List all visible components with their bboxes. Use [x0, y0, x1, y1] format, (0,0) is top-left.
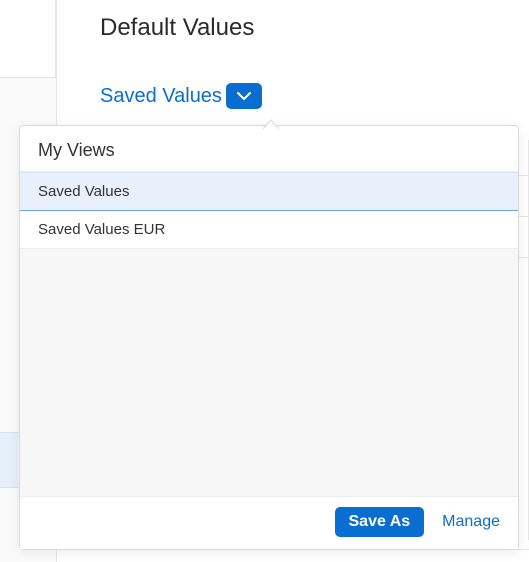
chevron-down-icon — [237, 91, 251, 101]
views-popover: My Views Saved Values Saved Values EUR S… — [19, 125, 519, 550]
dropdown-selected-label: Saved Values — [100, 85, 222, 108]
saved-values-dropdown[interactable]: Saved Values — [100, 83, 262, 109]
list-item[interactable]: Saved Values EUR — [20, 211, 518, 249]
bg-selection-strip — [0, 432, 18, 488]
manage-link[interactable]: Manage — [442, 513, 500, 531]
popover-header: My Views — [20, 126, 518, 171]
dropdown-toggle-button[interactable] — [226, 83, 262, 109]
page-title: Default Values — [100, 14, 254, 42]
bg-left-block — [0, 0, 56, 78]
list-item[interactable]: Saved Values — [20, 172, 518, 211]
views-list[interactable]: Saved Values Saved Values EUR — [20, 171, 518, 496]
popover-footer: Save As Manage — [20, 496, 518, 549]
list-item-label: Saved Values — [38, 183, 129, 200]
save-as-button[interactable]: Save As — [335, 507, 425, 537]
list-item-label: Saved Values EUR — [38, 221, 165, 238]
